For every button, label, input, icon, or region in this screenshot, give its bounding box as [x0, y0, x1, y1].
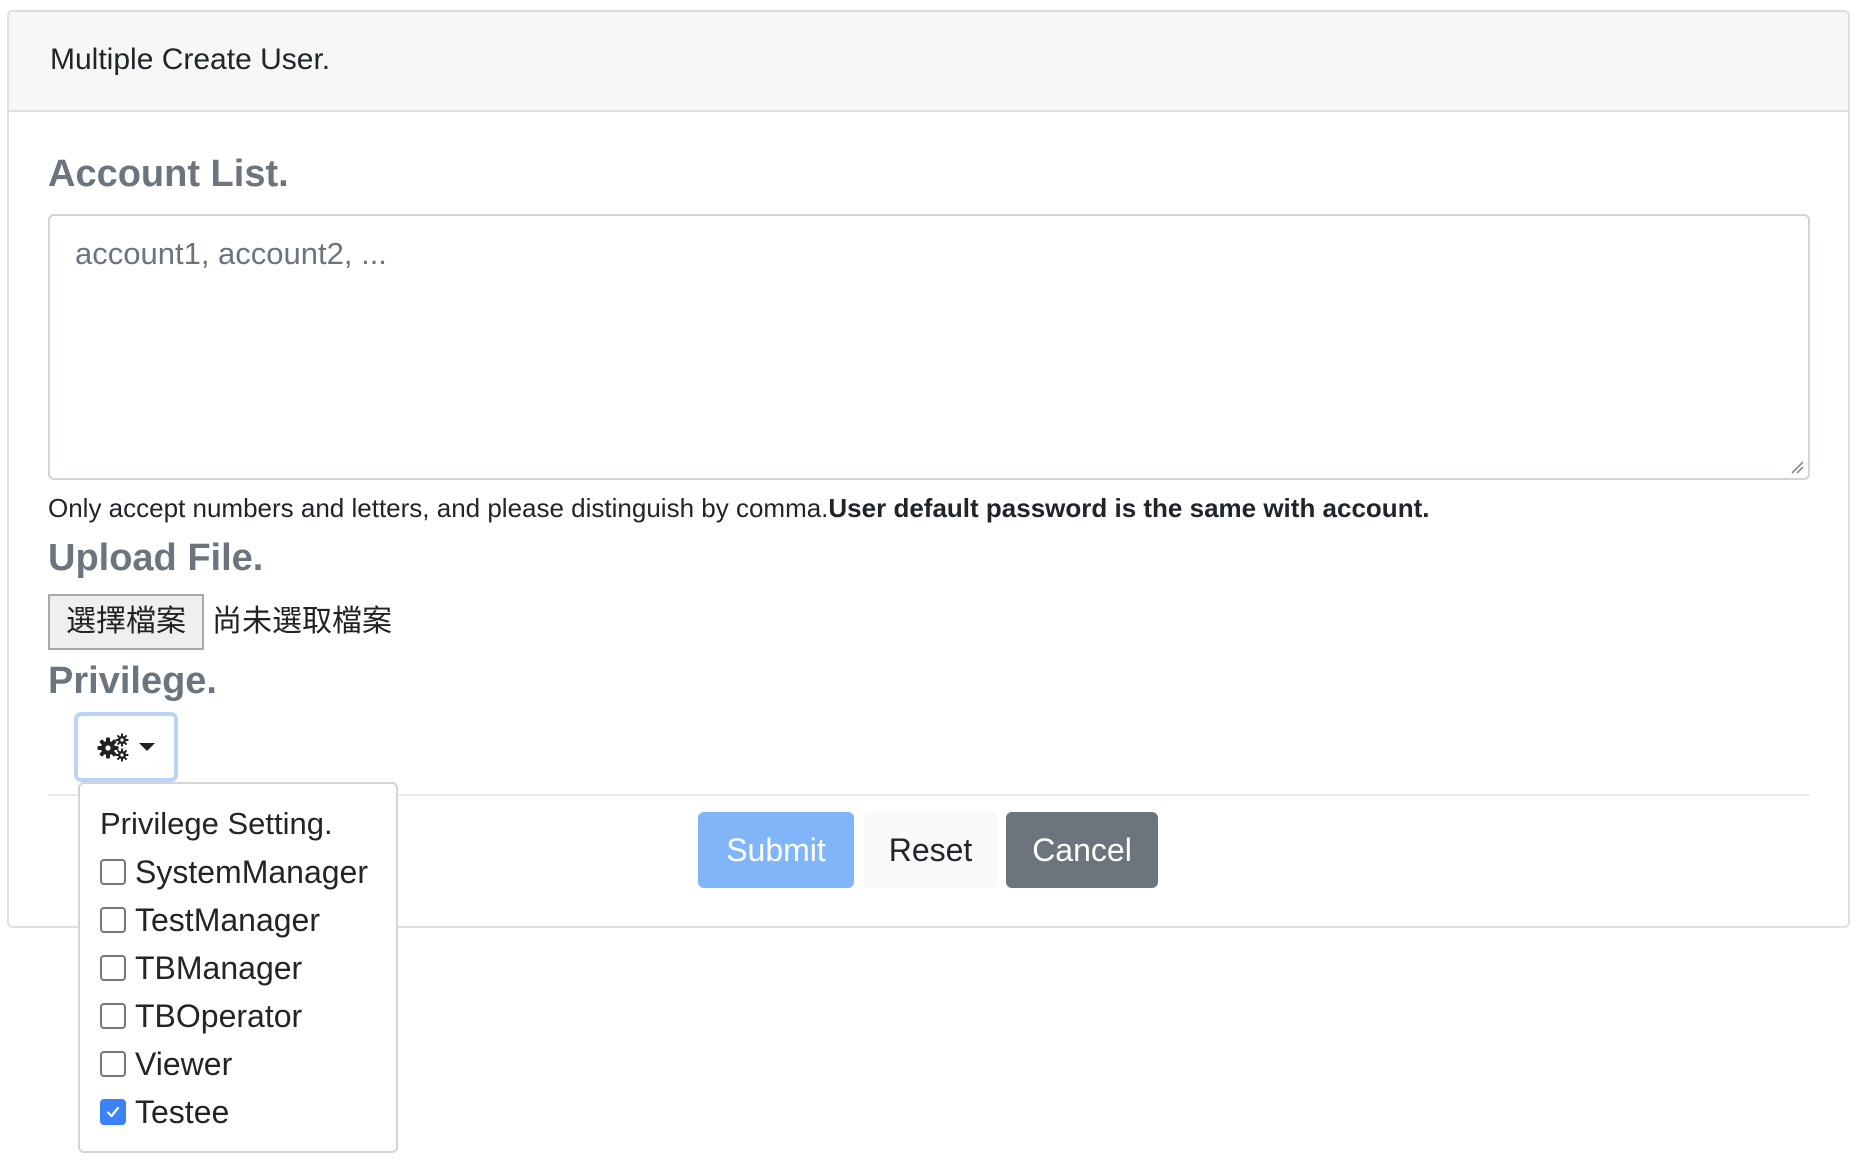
privilege-checkbox[interactable] — [100, 1003, 126, 1029]
choose-file-button[interactable]: 選擇檔案 — [48, 594, 204, 650]
privilege-option[interactable]: Viewer — [100, 1042, 232, 1086]
submit-button[interactable]: Submit — [698, 812, 854, 888]
privilege-option-label: SystemManager — [135, 854, 368, 890]
account-list-label: Account List. — [48, 153, 289, 195]
file-status-text: 尚未選取檔案 — [212, 604, 392, 639]
account-list-textarea[interactable]: account1, account2, ... — [48, 214, 1810, 480]
checkmark-icon — [106, 1106, 120, 1118]
privilege-checkbox[interactable] — [100, 859, 126, 885]
caret-down-icon — [139, 743, 155, 751]
privilege-option-label: Viewer — [135, 1046, 233, 1082]
privilege-dropdown-menu: Privilege Setting. SystemManager TestMana… — [78, 782, 398, 1153]
privilege-option[interactable]: TBOperator — [100, 994, 302, 1038]
privilege-option[interactable]: SystemManager — [100, 850, 368, 894]
account-list-placeholder: account1, account2, ... — [75, 236, 387, 271]
privilege-dropdown-header: Privilege Setting. — [100, 806, 333, 841]
cancel-button[interactable]: Cancel — [1006, 812, 1158, 888]
privilege-checkbox[interactable] — [100, 1051, 126, 1077]
reset-button[interactable]: Reset — [864, 812, 997, 888]
file-input: 選擇檔案 尚未選取檔案 — [48, 594, 392, 650]
privilege-checkbox[interactable] — [100, 907, 126, 933]
account-help-text: Only accept numbers and letters, and ple… — [48, 492, 1429, 524]
account-help-text-main: Only accept numbers and letters, and ple… — [48, 493, 829, 523]
privilege-checkbox-checked[interactable] — [100, 1099, 126, 1125]
card-title: Multiple Create User. — [50, 43, 331, 76]
privilege-dropdown-toggle[interactable] — [74, 712, 178, 782]
resize-grip-icon[interactable] — [1790, 460, 1804, 474]
privilege-option-label: TBOperator — [135, 998, 303, 1034]
privilege-option-label: Testee — [135, 1094, 230, 1130]
privilege-label: Privilege. — [48, 660, 217, 702]
privilege-option-label: TBManager — [135, 950, 303, 986]
card-header: Multiple Create User. — [9, 12, 1848, 112]
privilege-option[interactable]: TestManager — [100, 898, 320, 942]
privilege-checkbox[interactable] — [100, 955, 126, 981]
privilege-option[interactable]: Testee — [100, 1090, 229, 1134]
privilege-option-label: TestManager — [135, 902, 320, 938]
account-help-text-bold: User default password is the same with a… — [828, 493, 1430, 523]
upload-file-label: Upload File. — [48, 537, 264, 579]
gears-icon — [97, 733, 129, 762]
privilege-option[interactable]: TBManager — [100, 946, 302, 990]
